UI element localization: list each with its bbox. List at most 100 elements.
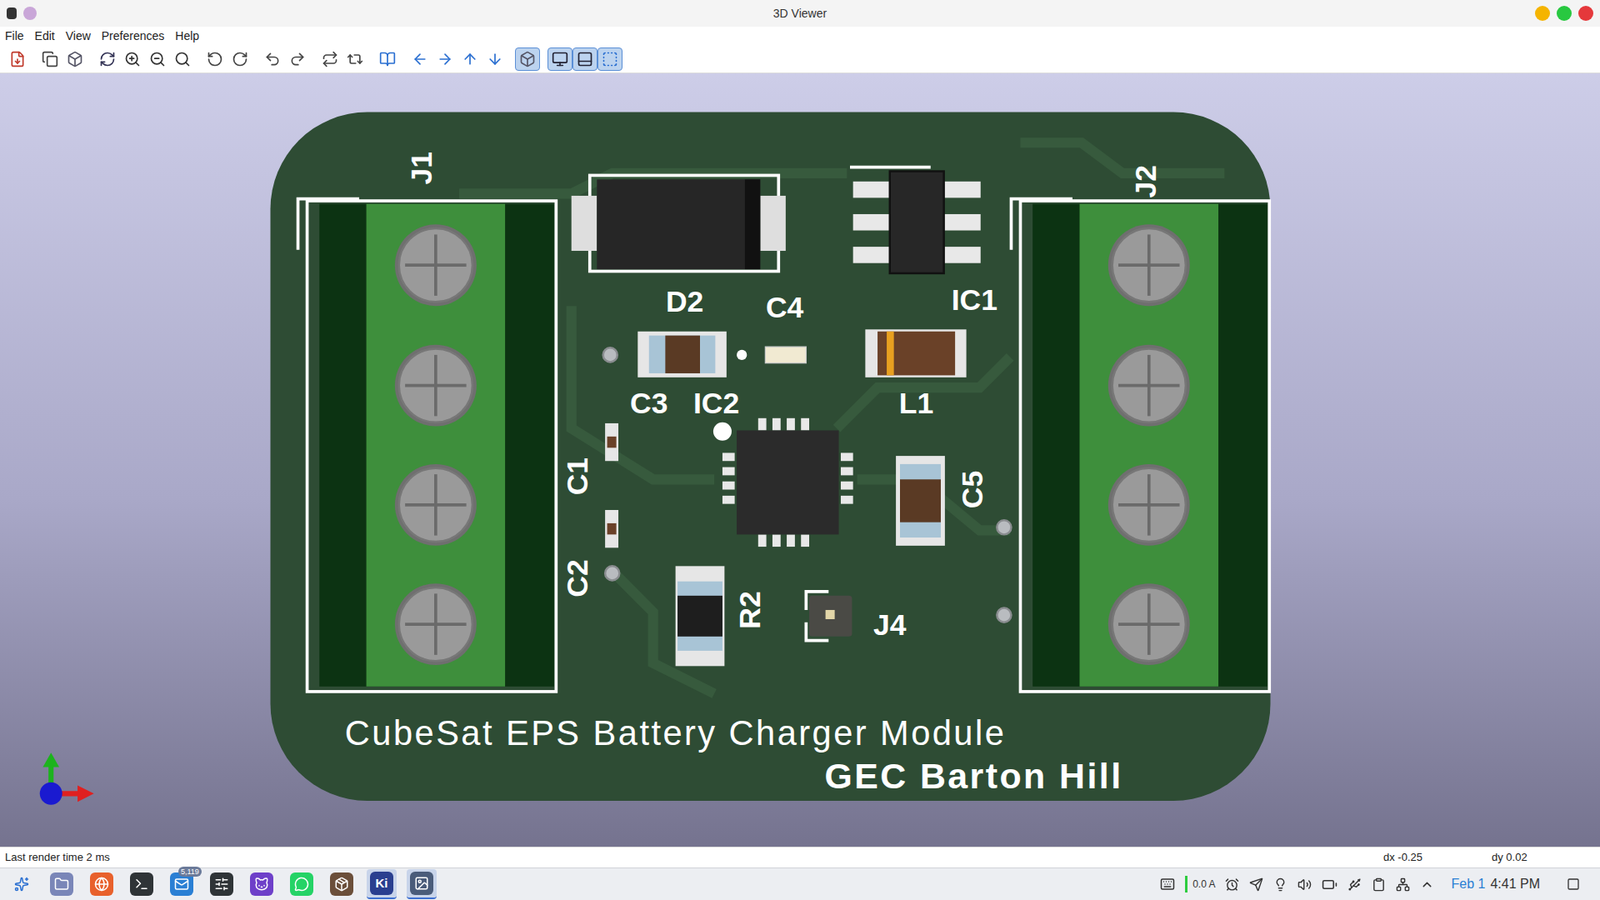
window-title: 3D Viewer [106, 5, 1494, 23]
menu-bar: File Edit View Preferences Help [0, 26, 1600, 45]
status-dx: dx -0.25 [1383, 849, 1492, 866]
toolbar-button[interactable] [342, 47, 368, 71]
taskbar-app[interactable] [326, 869, 357, 900]
toolbar-icon [149, 50, 166, 68]
toolbar-button[interactable] [482, 47, 508, 71]
show-desktop-icon[interactable] [1566, 877, 1580, 891]
clock[interactable]: Feb 14:41 PM [1450, 874, 1540, 895]
taskbar-app[interactable]: 5,119 [166, 869, 197, 900]
app-icon [54, 876, 70, 892]
toolbar-button[interactable] [5, 47, 30, 71]
menu-item[interactable]: File [5, 27, 25, 45]
network-icon[interactable] [1395, 877, 1410, 892]
toolbar-icon [551, 50, 569, 68]
capacitor-c3 [637, 331, 727, 378]
copper-traces [459, 142, 1225, 694]
usb-icon[interactable] [1347, 877, 1362, 892]
app-icon [94, 876, 110, 892]
toolbar-button[interactable] [62, 47, 88, 71]
silkscreen-designator: IC1 [951, 283, 998, 317]
toolbar-button[interactable] [572, 47, 598, 71]
taskbar-app[interactable] [406, 869, 437, 900]
menu-item[interactable]: Preferences [101, 27, 165, 45]
menu-item[interactable]: View [65, 27, 91, 45]
toolbar-icon [41, 50, 59, 68]
toolbar-icon [436, 50, 454, 68]
toolbar-button[interactable] [37, 47, 63, 71]
clipboard-icon[interactable] [1371, 877, 1386, 892]
terminal-screw [1108, 345, 1190, 427]
terminal-screw [395, 464, 477, 546]
app-icon [214, 876, 230, 892]
app-icon [294, 876, 310, 892]
volume-icon[interactable] [1297, 877, 1312, 892]
toolbar-icon [124, 50, 141, 68]
taskbar-app[interactable] [286, 869, 317, 900]
toolbar-icon [576, 50, 594, 68]
app-icon [254, 876, 270, 892]
silkscreen-designator: C2 [560, 559, 595, 597]
toolbar-button[interactable] [375, 47, 400, 71]
chevron-up-icon[interactable] [1420, 877, 1435, 892]
toolbar-button[interactable] [202, 47, 228, 71]
toolbar-button[interactable] [317, 47, 343, 71]
taskbar-app[interactable] [246, 869, 277, 900]
taskbar: 5,119Ki0.0 AFeb 14:41 PM [0, 867, 1600, 900]
silkscreen-designator: C1 [560, 457, 595, 495]
terminal-j2 [1010, 199, 1270, 692]
toolbar-icon [379, 50, 396, 68]
toolbar-button[interactable] [515, 47, 540, 71]
menu-item[interactable]: Edit [35, 27, 55, 45]
toolbar [0, 45, 1600, 74]
pin-icon[interactable] [23, 6, 37, 20]
toolbar-button[interactable] [145, 47, 170, 71]
bulb-icon[interactable] [1273, 877, 1288, 892]
toolbar-button[interactable] [95, 47, 120, 71]
keyboard-icon[interactable] [1160, 876, 1175, 892]
status-dy: dy 0.02 [1491, 849, 1595, 866]
taskbar-app[interactable] [206, 869, 237, 900]
ic1-soic [850, 167, 981, 274]
taskbar-app[interactable] [86, 869, 117, 900]
toolbar-icon [9, 50, 26, 68]
toolbar-button[interactable] [457, 47, 483, 71]
toolbar-button[interactable] [120, 47, 145, 71]
taskbar-app[interactable]: Ki [366, 869, 397, 900]
inductor-l1 [865, 329, 966, 378]
minimize-button[interactable] [1535, 5, 1550, 21]
toolbar-button[interactable] [432, 47, 458, 71]
app-icon [6, 7, 17, 20]
silkscreen-designator: J4 [873, 608, 907, 642]
telegram-icon[interactable] [1249, 877, 1264, 892]
terminal-screw [1108, 464, 1190, 546]
taskbar-app[interactable] [126, 869, 157, 900]
taskbar-app[interactable] [6, 869, 37, 900]
silkscreen-designator: IC2 [693, 386, 740, 420]
toolbar-button[interactable] [597, 47, 623, 71]
alarm-icon[interactable] [1225, 877, 1240, 892]
app-badge: 5,119 [178, 866, 202, 877]
capacitor-c4 [765, 346, 806, 364]
close-button[interactable] [1578, 5, 1594, 21]
toolbar-button[interactable] [227, 47, 253, 71]
pcb-3d-view: J1J2D2C4IC1C3IC2L1C1C2C5R2J4CubeSat EPS … [0, 73, 1600, 847]
toolbar-icon [461, 50, 479, 68]
battery-icon[interactable] [1321, 876, 1338, 893]
toolbar-icon [519, 50, 536, 68]
terminal-screw [395, 224, 477, 306]
taskbar-app[interactable] [46, 869, 77, 900]
toolbar-button[interactable] [407, 47, 433, 71]
toolbar-button[interactable] [547, 47, 573, 71]
viewer-canvas[interactable]: J1J2D2C4IC1C3IC2L1C1C2C5R2J4CubeSat EPS … [0, 73, 1600, 847]
toolbar-button[interactable] [170, 47, 195, 71]
toolbar-icon [231, 50, 249, 68]
app-icon [334, 876, 350, 892]
menu-item[interactable]: Help [175, 27, 200, 45]
board-title: CubeSat EPS Battery Charger Module [345, 713, 1006, 753]
maximize-button[interactable] [1556, 5, 1572, 21]
title-bar: 3D Viewer [0, 0, 1600, 27]
toolbar-button[interactable] [260, 47, 285, 71]
toolbar-button[interactable] [285, 47, 310, 71]
silkscreen-designator: L1 [899, 386, 934, 420]
terminal-screw [395, 583, 477, 665]
